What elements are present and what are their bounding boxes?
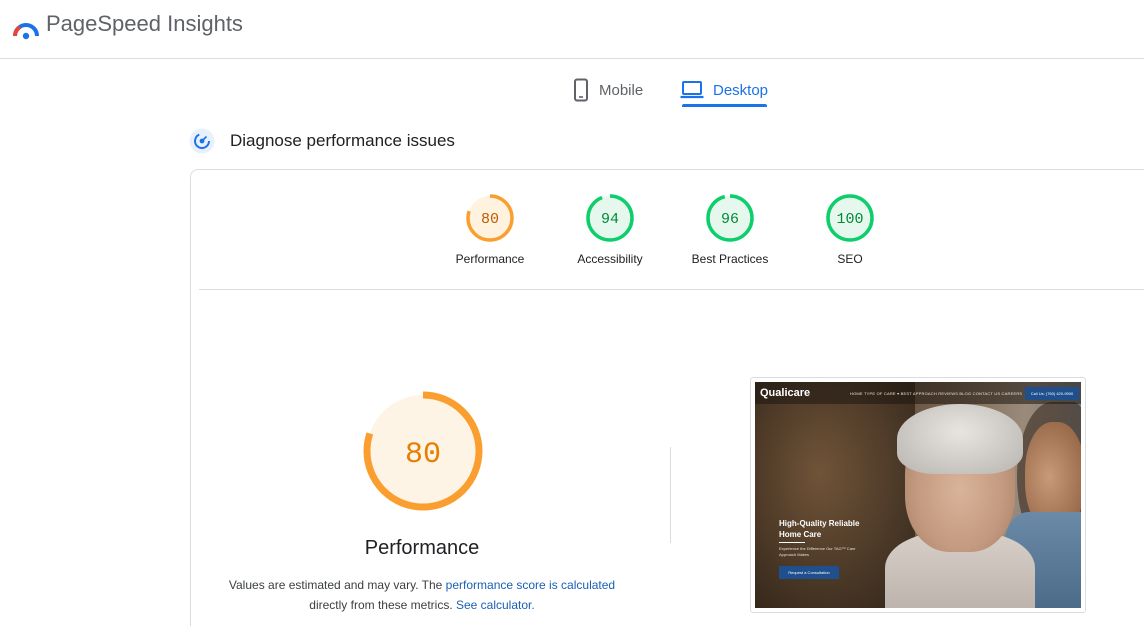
gauge-score: 94 <box>601 211 619 228</box>
gauge-label: Accessibility <box>577 252 643 266</box>
screenshot-subtext: Experience the Difference Our TAG™ Care … <box>779 546 856 557</box>
gauge-seo[interactable]: 100 SEO <box>795 193 905 266</box>
tab-mobile-label: Mobile <box>599 81 644 99</box>
gauge-label: Best Practices <box>691 252 769 266</box>
section-title: Diagnose performance issues <box>230 131 455 150</box>
gauge-label: Performance <box>455 252 525 266</box>
note-text-2: directly from these metrics. <box>309 598 456 612</box>
selected-tab-indicator <box>682 104 767 107</box>
score-note: Values are estimated and may vary. The p… <box>221 575 623 615</box>
main-score: 80 <box>405 438 441 472</box>
diagnose-gauge-icon <box>189 128 215 154</box>
tab-mobile[interactable]: Mobile <box>572 70 643 110</box>
note-text: Values are estimated and may vary. The <box>228 578 446 592</box>
gauge-score: 96 <box>721 211 739 228</box>
app-title[interactable]: PageSpeed Insights <box>46 11 243 37</box>
screenshot-nav-links: HOME TYPE OF CARE ▾ BEST APPROACH REVIEW… <box>850 391 1023 396</box>
screenshot-headline: High-Quality Reliable Home Care <box>779 519 860 539</box>
page-screenshot: Qualicare HOME TYPE OF CARE ▾ BEST APPRO… <box>750 377 1086 613</box>
gauge-label: SEO <box>837 252 863 266</box>
gauge-accessibility-ring: 94 <box>586 194 634 242</box>
gauge-best-practices[interactable]: 96 Best Practices <box>675 193 785 266</box>
gauge-performance[interactable]: 80 Performance <box>435 193 545 266</box>
gauge-accessibility[interactable]: 94 Accessibility <box>555 193 665 266</box>
tab-desktop-label: Desktop <box>713 81 769 99</box>
vertical-divider <box>670 447 671 543</box>
device-tabs: Mobile Desktop <box>0 60 1144 110</box>
screenshot-image: Qualicare HOME TYPE OF CARE ▾ BEST APPRO… <box>755 382 1081 608</box>
see-calculator-link[interactable]: See calculator. <box>456 598 535 612</box>
laptop-icon <box>680 80 704 100</box>
main-performance-gauge: 80 <box>363 391 483 511</box>
app-header: PageSpeed Insights <box>0 0 1144 59</box>
report-card: 80 Performance 94 Accessibility 96 Best … <box>190 169 1144 626</box>
screenshot-brand: Qualicare <box>760 387 811 399</box>
main-score-label: Performance <box>364 537 480 559</box>
gauge-performance-ring: 80 <box>466 194 514 242</box>
performance-score-link[interactable]: performance score is calculated <box>446 578 615 592</box>
screenshot-call-button: Call Us: (760) 420-9900 <box>1025 387 1079 400</box>
gauge-best-practices-ring: 96 <box>706 194 754 242</box>
gauge-score: 100 <box>836 211 863 228</box>
gauge-score: 80 <box>481 211 499 228</box>
category-gauges: 80 Performance 94 Accessibility 96 Best … <box>191 170 1144 290</box>
smartphone-icon <box>572 78 590 102</box>
divider <box>199 289 1144 290</box>
pagespeed-logo-icon[interactable] <box>12 14 40 40</box>
screenshot-cta: Request a Consultation <box>779 566 839 579</box>
gauge-seo-ring: 100 <box>826 194 874 242</box>
